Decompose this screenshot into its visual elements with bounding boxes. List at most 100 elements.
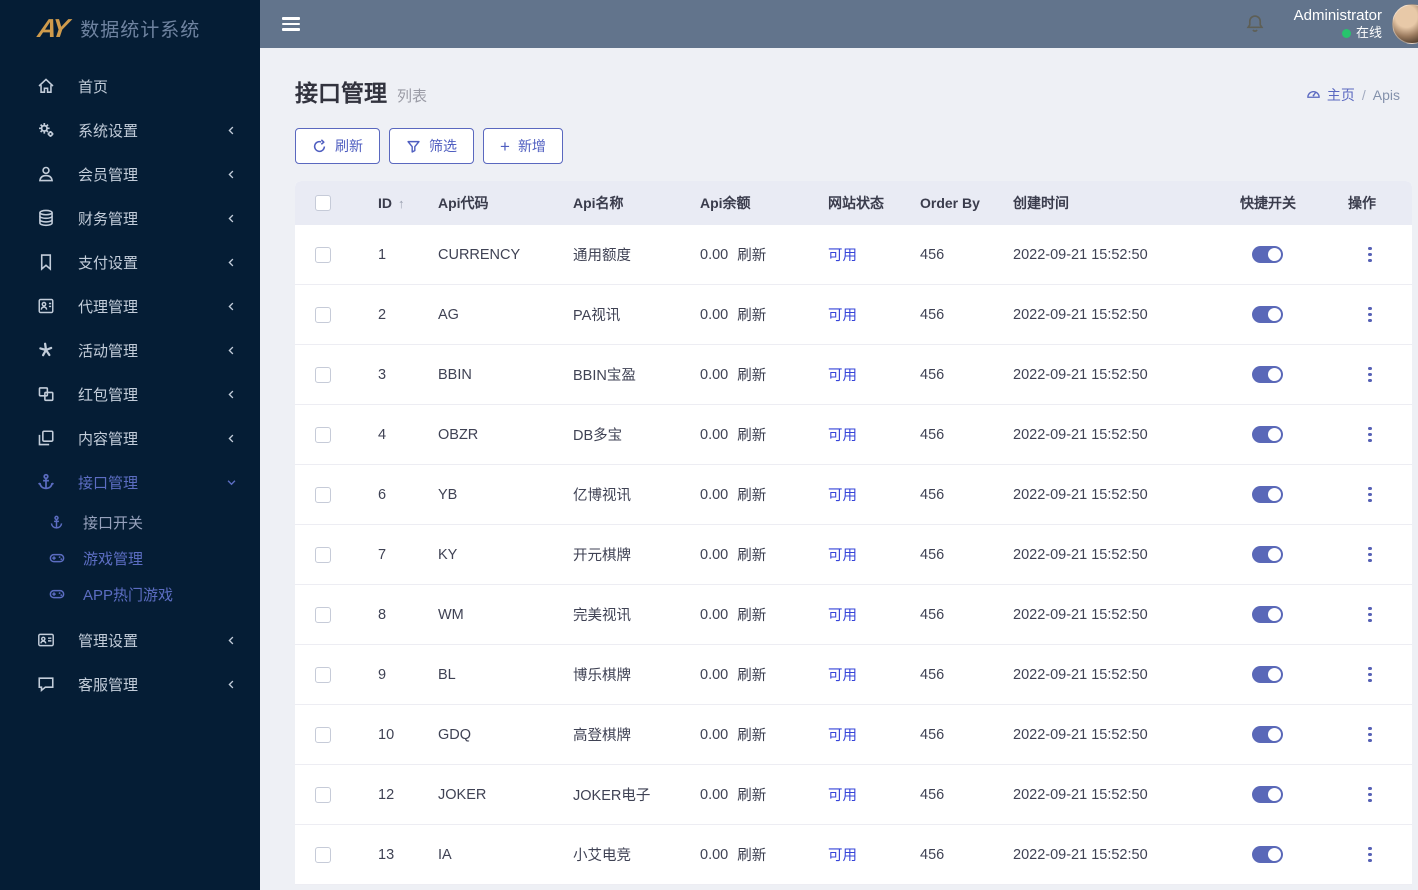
quick-switch-toggle[interactable] bbox=[1252, 246, 1283, 263]
row-checkbox[interactable] bbox=[315, 846, 331, 863]
balance-refresh-link[interactable]: 刷新 bbox=[737, 304, 766, 325]
cell-api-code: WM bbox=[438, 606, 464, 623]
sidebar-item-system-settings[interactable]: 系统设置 bbox=[0, 108, 260, 152]
sidebar-item-customer-service[interactable]: 客服管理 bbox=[0, 662, 260, 706]
sidebar-item-finance-management[interactable]: 财务管理 bbox=[0, 196, 260, 240]
quick-switch-toggle[interactable] bbox=[1252, 846, 1283, 863]
chevron-left-icon bbox=[226, 212, 238, 224]
bookmark-icon bbox=[36, 252, 56, 272]
site-status-link[interactable]: 可用 bbox=[828, 784, 857, 805]
row-actions-kebab-menu[interactable] bbox=[1362, 363, 1378, 387]
site-status-link[interactable]: 可用 bbox=[828, 424, 857, 445]
filter-button[interactable]: 筛选 bbox=[389, 128, 474, 164]
quick-switch-toggle[interactable] bbox=[1252, 306, 1283, 323]
sidebar-subitem-game-management[interactable]: 游戏管理 bbox=[0, 540, 260, 576]
row-checkbox[interactable] bbox=[315, 666, 331, 683]
table-row: 9 BL 博乐棋牌 0.00 刷新 可用 456 2022-09-21 15:5… bbox=[295, 645, 1412, 705]
balance-refresh-link[interactable]: 刷新 bbox=[737, 664, 766, 685]
cell-api-balance: 0.00 bbox=[700, 846, 729, 863]
sidebar-item-agent-management[interactable]: 代理管理 bbox=[0, 284, 260, 328]
balance-refresh-link[interactable]: 刷新 bbox=[737, 844, 766, 865]
row-actions-kebab-menu[interactable] bbox=[1362, 723, 1378, 747]
app-logo[interactable]: AY 数据统计系统 bbox=[0, 0, 260, 56]
cell-api-balance: 0.00 bbox=[700, 246, 729, 263]
row-checkbox[interactable] bbox=[315, 726, 331, 743]
site-status-link[interactable]: 可用 bbox=[828, 604, 857, 625]
copy-icon bbox=[36, 428, 56, 448]
site-status-link[interactable]: 可用 bbox=[828, 544, 857, 565]
site-status-link[interactable]: 可用 bbox=[828, 664, 857, 685]
api-table: ID ↑ Api代码 Api名称 Api余额 网站状态 Order By 创建时间… bbox=[295, 181, 1412, 885]
breadcrumb: 主页 / Apis bbox=[1306, 85, 1400, 108]
cell-order-by: 456 bbox=[920, 546, 945, 563]
sidebar-item-admin-settings[interactable]: 管理设置 bbox=[0, 618, 260, 662]
row-actions-kebab-menu[interactable] bbox=[1362, 423, 1378, 447]
chevron-left-icon bbox=[226, 432, 238, 444]
menu-toggle-icon[interactable] bbox=[282, 14, 300, 34]
row-checkbox[interactable] bbox=[315, 306, 331, 323]
cell-api-balance: 0.00 bbox=[700, 786, 729, 803]
quick-switch-toggle[interactable] bbox=[1252, 666, 1283, 683]
row-checkbox[interactable] bbox=[315, 246, 331, 263]
quick-switch-toggle[interactable] bbox=[1252, 366, 1283, 383]
notifications-bell-icon[interactable] bbox=[1244, 13, 1266, 35]
refresh-button[interactable]: 刷新 bbox=[295, 128, 380, 164]
sidebar-item-home[interactable]: 首页 bbox=[0, 64, 260, 108]
balance-refresh-link[interactable]: 刷新 bbox=[737, 604, 766, 625]
quick-switch-toggle[interactable] bbox=[1252, 786, 1283, 803]
cell-api-balance: 0.00 bbox=[700, 306, 729, 323]
avatar[interactable] bbox=[1392, 4, 1418, 44]
sidebar-item-payment-settings[interactable]: 支付设置 bbox=[0, 240, 260, 284]
row-checkbox[interactable] bbox=[315, 786, 331, 803]
add-button[interactable]: + 新增 bbox=[483, 128, 563, 164]
balance-refresh-link[interactable]: 刷新 bbox=[737, 484, 766, 505]
sidebar-item-activity-management[interactable]: 活动管理 bbox=[0, 328, 260, 372]
balance-refresh-link[interactable]: 刷新 bbox=[737, 784, 766, 805]
select-all-checkbox[interactable] bbox=[315, 195, 331, 211]
sidebar-subitem-api-switch[interactable]: 接口开关 bbox=[0, 504, 260, 540]
chevron-left-icon bbox=[226, 634, 238, 646]
balance-refresh-link[interactable]: 刷新 bbox=[737, 244, 766, 265]
gamepad-icon bbox=[48, 586, 65, 603]
site-status-link[interactable]: 可用 bbox=[828, 724, 857, 745]
table-body: 1 CURRENCY 通用额度 0.00 刷新 可用 456 2022-09-2… bbox=[295, 225, 1412, 885]
row-checkbox[interactable] bbox=[315, 426, 331, 443]
site-status-link[interactable]: 可用 bbox=[828, 244, 857, 265]
row-actions-kebab-menu[interactable] bbox=[1362, 483, 1378, 507]
site-status-link[interactable]: 可用 bbox=[828, 304, 857, 325]
sidebar-item-redpacket-management[interactable]: 红包管理 bbox=[0, 372, 260, 416]
sidebar-item-api-management[interactable]: 接口管理 bbox=[0, 460, 260, 504]
app-title: 数据统计系统 bbox=[80, 19, 201, 41]
row-checkbox[interactable] bbox=[315, 366, 331, 383]
quick-switch-toggle[interactable] bbox=[1252, 606, 1283, 623]
row-actions-kebab-menu[interactable] bbox=[1362, 663, 1378, 687]
balance-refresh-link[interactable]: 刷新 bbox=[737, 364, 766, 385]
sidebar-item-member-management[interactable]: 会员管理 bbox=[0, 152, 260, 196]
quick-switch-toggle[interactable] bbox=[1252, 726, 1283, 743]
site-status-link[interactable]: 可用 bbox=[828, 364, 857, 385]
sidebar-subitem-app-hot-games[interactable]: APP热门游戏 bbox=[0, 576, 260, 612]
row-actions-kebab-menu[interactable] bbox=[1362, 303, 1378, 327]
row-actions-kebab-menu[interactable] bbox=[1362, 843, 1378, 867]
row-checkbox[interactable] bbox=[315, 546, 331, 563]
balance-refresh-link[interactable]: 刷新 bbox=[737, 724, 766, 745]
balance-refresh-link[interactable]: 刷新 bbox=[737, 424, 766, 445]
sidebar-item-content-management[interactable]: 内容管理 bbox=[0, 416, 260, 460]
quick-switch-toggle[interactable] bbox=[1252, 486, 1283, 503]
quick-switch-toggle[interactable] bbox=[1252, 546, 1283, 563]
site-status-link[interactable]: 可用 bbox=[828, 484, 857, 505]
quick-switch-toggle[interactable] bbox=[1252, 426, 1283, 443]
row-checkbox[interactable] bbox=[315, 486, 331, 503]
row-actions-kebab-menu[interactable] bbox=[1362, 783, 1378, 807]
cell-api-code: BBIN bbox=[438, 366, 472, 383]
row-actions-kebab-menu[interactable] bbox=[1362, 243, 1378, 267]
col-header-id[interactable]: ID ↑ bbox=[378, 195, 438, 211]
balance-refresh-link[interactable]: 刷新 bbox=[737, 544, 766, 565]
breadcrumb-home-link[interactable]: 主页 bbox=[1306, 85, 1355, 105]
user-menu[interactable]: Administrator 在线 bbox=[1294, 7, 1382, 42]
site-status-link[interactable]: 可用 bbox=[828, 844, 857, 865]
row-actions-kebab-menu[interactable] bbox=[1362, 603, 1378, 627]
row-checkbox[interactable] bbox=[315, 606, 331, 623]
row-actions-kebab-menu[interactable] bbox=[1362, 543, 1378, 567]
boxes-icon bbox=[36, 384, 56, 404]
